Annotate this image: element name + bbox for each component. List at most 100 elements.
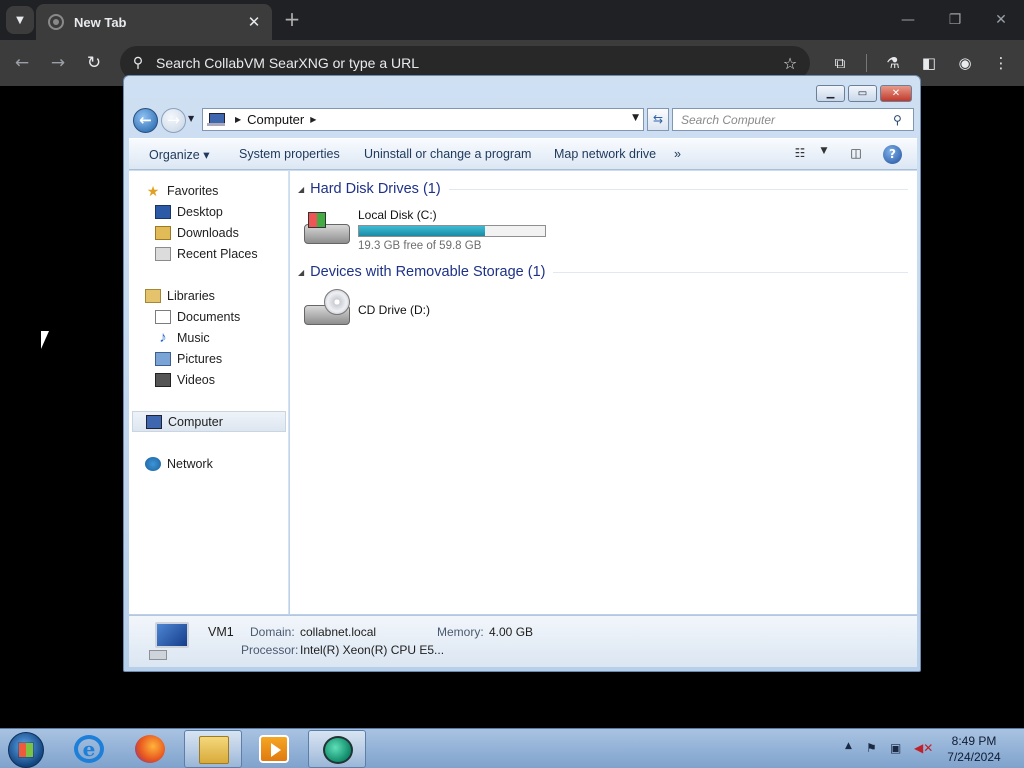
browser-tab[interactable]: New Tab ✕ xyxy=(36,4,272,40)
nav-recent-places[interactable]: Recent Places xyxy=(155,243,258,264)
drive-free-space: 19.3 GB free of 59.8 GB xyxy=(358,240,482,252)
media-player-icon xyxy=(259,735,289,763)
magnifier-icon[interactable]: ⚲ xyxy=(893,113,913,127)
nav-label: Desktop xyxy=(177,204,223,219)
drive-name: Local Disk (C:) xyxy=(358,208,437,222)
browser-menu-icon[interactable]: ⋮ xyxy=(988,50,1014,76)
map-network-drive-button[interactable]: Map network drive xyxy=(554,147,656,161)
nav-computer[interactable]: Computer xyxy=(132,411,286,432)
collapse-triangle-icon[interactable]: ◢ xyxy=(298,268,304,277)
tab-favicon-icon xyxy=(48,14,64,30)
details-pane: VM1 Domain: collabnet.local Memory: 4.00… xyxy=(129,615,917,667)
nav-network[interactable]: Network xyxy=(145,453,213,474)
profile-avatar-icon[interactable]: ◉ xyxy=(952,50,978,76)
taskbar-firefox[interactable] xyxy=(121,730,179,768)
breadcrumb-arrow-icon[interactable]: ▶ xyxy=(235,115,241,124)
address-row: ← → ▼ ▶ Computer ▶ ▼ ⇆ Search Computer ⚲ xyxy=(131,105,915,135)
navigation-pane: ★ Favorites Desktop Downloads Recent Pla… xyxy=(129,171,289,614)
system-properties-button[interactable]: System properties xyxy=(239,147,340,161)
uninstall-program-button[interactable]: Uninstall or change a program xyxy=(364,147,531,161)
search-icon: ⚲ xyxy=(132,55,144,71)
firefox-icon xyxy=(135,735,165,763)
new-tab-button[interactable]: + xyxy=(282,8,302,32)
labs-flask-icon[interactable]: ⚗ xyxy=(880,50,906,76)
drive-cd-d[interactable]: CD Drive (D:) xyxy=(304,289,504,333)
start-button[interactable] xyxy=(8,732,44,768)
volume-muted-icon[interactable]: ◀✕ xyxy=(914,741,933,755)
desktop-icon xyxy=(155,204,171,219)
nav-label: Documents xyxy=(177,309,241,324)
internet-explorer-icon: e xyxy=(74,735,104,763)
recent-pages-chevron-icon[interactable]: ▼ xyxy=(188,114,198,123)
show-hidden-icons-icon[interactable]: ▲ xyxy=(845,741,852,751)
help-icon[interactable]: ? xyxy=(883,145,902,164)
refresh-icon[interactable]: ⇆ xyxy=(647,108,669,131)
explorer-forward-button[interactable]: → xyxy=(161,108,186,133)
downloads-folder-icon xyxy=(155,225,171,240)
network-tray-icon[interactable]: ▣ xyxy=(890,741,901,755)
explorer-maximize-button[interactable]: ▭ xyxy=(848,85,877,102)
mouse-cursor-icon xyxy=(41,331,57,349)
clock-date: 7/24/2024 xyxy=(947,750,1001,764)
command-bar: Organize ▾ System properties Uninstall o… xyxy=(129,138,917,170)
taskbar-clock[interactable]: 8:49 PM 7/24/2024 xyxy=(936,733,1012,765)
group-divider xyxy=(448,188,908,190)
nav-favorites[interactable]: ★ Favorites xyxy=(145,180,219,201)
group-title: Devices with Removable Storage (1) xyxy=(310,264,546,280)
nav-pictures[interactable]: Pictures xyxy=(155,348,222,369)
breadcrumb-computer[interactable]: Computer xyxy=(247,112,304,127)
nav-desktop[interactable]: Desktop xyxy=(155,201,223,222)
nav-label: Recent Places xyxy=(177,246,258,261)
group-divider xyxy=(553,271,908,273)
hard-disk-icon xyxy=(304,208,352,250)
explorer-close-button[interactable]: ✕ xyxy=(880,85,912,102)
browser-restore-icon[interactable]: ❐ xyxy=(943,8,967,32)
drive-usage-fill xyxy=(359,226,486,236)
nav-libraries[interactable]: Libraries xyxy=(145,285,215,306)
computer-icon xyxy=(146,414,162,429)
nav-label: Music xyxy=(177,330,210,345)
nav-videos[interactable]: Videos xyxy=(155,369,215,390)
nav-documents[interactable]: Documents xyxy=(155,306,240,327)
collapse-triangle-icon[interactable]: ◢ xyxy=(298,185,304,194)
taskbar-windows-explorer[interactable] xyxy=(184,730,242,768)
clock-time: 8:49 PM xyxy=(951,734,997,748)
nav-label: Videos xyxy=(177,372,215,387)
drive-local-disk-c[interactable]: Local Disk (C:) 19.3 GB free of 59.8 GB xyxy=(304,208,564,256)
explorer-back-button[interactable]: ← xyxy=(133,108,158,133)
taskbar-internet-explorer[interactable]: e xyxy=(60,730,118,768)
explorer-search-input[interactable]: Search Computer ⚲ xyxy=(672,108,914,131)
taskbar-media-player[interactable] xyxy=(245,730,303,768)
nav-downloads[interactable]: Downloads xyxy=(155,222,239,243)
taskbar-active-app[interactable] xyxy=(308,730,366,768)
reload-icon[interactable]: ↻ xyxy=(81,50,107,76)
group-removable-storage[interactable]: ◢ Devices with Removable Storage (1) xyxy=(298,262,908,282)
action-center-flag-icon[interactable]: ⚑ xyxy=(866,741,877,755)
breadcrumb-arrow-icon[interactable]: ▶ xyxy=(310,115,316,124)
group-hard-disk-drives[interactable]: ◢ Hard Disk Drives (1) xyxy=(298,179,908,199)
bookmark-star-icon[interactable]: ☆ xyxy=(770,54,810,73)
address-bar[interactable]: ▶ Computer ▶ ▼ xyxy=(202,108,644,131)
side-panel-icon[interactable]: ◧ xyxy=(916,50,942,76)
memory-label: Memory: xyxy=(437,625,484,639)
more-commands-button[interactable]: » xyxy=(674,147,681,161)
browser-close-icon[interactable]: ✕ xyxy=(989,8,1013,32)
omnibox-text[interactable]: Search CollabVM SearXNG or type a URL xyxy=(156,55,770,71)
view-options-chevron-icon[interactable]: ▼ xyxy=(815,146,833,164)
tab-close-icon[interactable]: ✕ xyxy=(246,13,262,31)
tab-search-chevron-icon[interactable]: ▼ xyxy=(6,6,34,34)
address-dropdown-icon[interactable]: ▼ xyxy=(632,113,639,123)
organize-button[interactable]: Organize ▾ xyxy=(149,147,209,162)
nav-label: Libraries xyxy=(167,288,215,303)
computer-name: VM1 xyxy=(208,625,234,639)
forward-arrow-icon[interactable]: → xyxy=(45,50,71,76)
change-view-icon[interactable]: ☷ xyxy=(791,146,809,164)
nav-music[interactable]: ♪ Music xyxy=(155,327,210,348)
preview-pane-icon[interactable]: ◫ xyxy=(847,146,865,164)
browser-minimize-icon[interactable]: — xyxy=(896,8,920,32)
extensions-puzzle-icon[interactable]: ⧉ xyxy=(827,50,853,76)
back-arrow-icon[interactable]: ← xyxy=(9,50,35,76)
recent-places-icon xyxy=(155,246,171,261)
explorer-minimize-button[interactable]: ▁ xyxy=(816,85,845,102)
domain-label: Domain: xyxy=(250,625,295,639)
